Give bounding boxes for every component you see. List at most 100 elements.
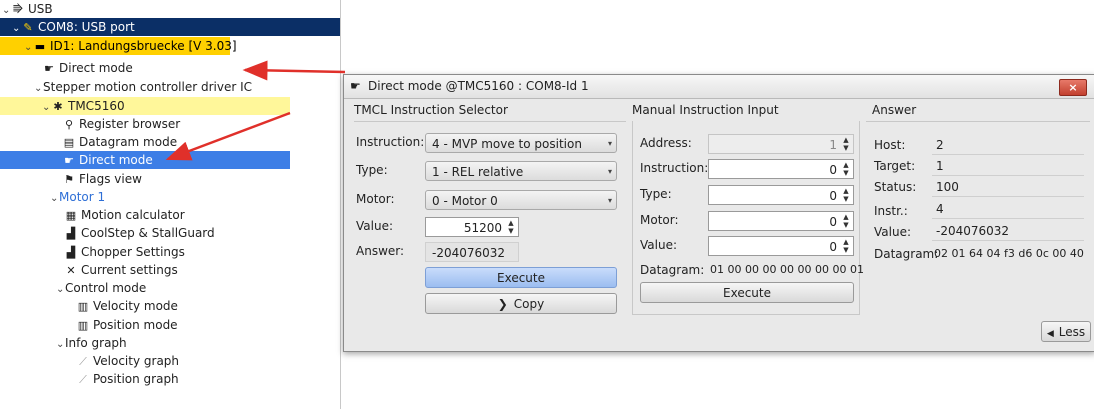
answer-datagram-label: Datagram: [874, 247, 939, 261]
type-label: Type: [356, 163, 388, 177]
motor-spinbox[interactable]: 0 ▲ ▼ [708, 211, 854, 231]
chevron-down-icon: ▾ [607, 196, 612, 205]
type-select[interactable]: 1 - REL relative ▾ [425, 161, 617, 181]
flag-icon: ⚑ [64, 173, 74, 186]
less-button[interactable]: ◀ Less [1041, 321, 1091, 342]
calculator-icon: ▦ [65, 209, 77, 222]
host-label: Host: [874, 138, 906, 152]
manual-instruction-input: Manual Instruction Input Address: 1 ▲ ▼ In… [632, 103, 864, 315]
group-title: TMCL Instruction Selector [354, 103, 508, 117]
chevron-down-icon[interactable]: ⌄ [12, 20, 21, 38]
hand-icon: ☛ [44, 62, 54, 75]
mode-icon: ▥ [77, 300, 89, 313]
tree-item-flags-view[interactable]: ⚑ Flags view [0, 170, 142, 188]
window-title: Direct mode @TMC5160 : COM8-Id 1 [368, 79, 589, 93]
answer-value-label: Value: [874, 225, 911, 239]
tree-item-coolstep[interactable]: ▟ CoolStep & StallGuard [0, 224, 215, 242]
tree-item-register-browser[interactable]: ⚲ Register browser [0, 115, 180, 133]
plug-icon: ✎ [23, 21, 33, 34]
status-value: 100 [932, 177, 1084, 197]
chevron-down-icon: ▾ [607, 139, 612, 148]
graph-icon: ⟋ [79, 355, 87, 368]
datagram-label: Datagram: [640, 263, 705, 277]
target-value: 1 [932, 156, 1084, 176]
chevron-right-icon: ❯ [497, 297, 508, 311]
device-tree: ⌄ ⭆ USB ⌄ ✎ COM8: USB port ⌄ ▬ ID1: Landungsbr… [0, 0, 341, 409]
instr-value: 4 [932, 199, 1084, 219]
datagram-icon: ▤ [63, 136, 75, 149]
tree-item-velocity-mode[interactable]: ▥ Velocity mode [0, 297, 178, 315]
tree-item-motor1[interactable]: ⌄Motor 1 [0, 188, 105, 206]
type-spinbox[interactable]: 0 ▲ ▼ [708, 185, 854, 205]
tree-item-direct-mode[interactable]: ☛ Direct mode [0, 151, 290, 169]
tmcl-instruction-selector: TMCL Instruction Selector Instruction: 4… [354, 103, 626, 315]
host-value: 2 [932, 135, 1084, 155]
tree-item-usb[interactable]: ⌄ ⭆ USB [0, 0, 342, 18]
spin-arrows-icon[interactable]: ▲ ▼ [840, 213, 852, 229]
hand-icon: ☛ [350, 79, 361, 93]
manual-execute-button[interactable]: Execute [640, 282, 854, 303]
browser-icon: ⚲ [64, 118, 74, 131]
chevron-down-icon: ▾ [607, 167, 612, 176]
answer-datagram-value: 02 01 64 04 f3 d6 0c 00 40 [934, 247, 1084, 260]
address-spinbox: 1 ▲ ▼ [708, 134, 854, 154]
status-label: Status: [874, 180, 917, 194]
answer-group: Answer Host: 2 Target: 1 Status: 100 Ins… [866, 103, 1090, 315]
board-icon: ▬ [34, 40, 46, 53]
tree-item-direct-mode-top[interactable]: ☛ Direct mode [0, 59, 133, 77]
window-titlebar[interactable]: ☛ Direct mode @TMC5160 : COM8-Id 1 × [344, 75, 1094, 99]
tree-item-id1[interactable]: ⌄ ▬ ID1: Landungsbruecke [V 3.03] [0, 37, 237, 57]
group-title: Answer [872, 103, 917, 117]
tree-item-com8[interactable]: ⌄ ✎ COM8: USB port [0, 18, 340, 36]
close-button[interactable]: × [1059, 79, 1087, 96]
mode-icon: ▥ [77, 319, 89, 332]
tree-item-datagram-mode[interactable]: ▤ Datagram mode [0, 133, 177, 151]
tree-item-position-mode[interactable]: ▥ Position mode [0, 316, 178, 334]
value-label: Value: [640, 238, 677, 252]
motor-select[interactable]: 0 - Motor 0 ▾ [425, 190, 617, 210]
tree-item-motion-calculator[interactable]: ▦ Motion calculator [0, 206, 185, 224]
spin-arrows-icon[interactable]: ▲ ▼ [840, 238, 852, 254]
spin-arrows-icon[interactable]: ▲ ▼ [840, 161, 852, 177]
tree-item-chopper[interactable]: ▟ Chopper Settings [0, 243, 185, 261]
value-spinbox[interactable]: 51200 ▲ ▼ [425, 217, 519, 237]
datagram-value: 01 00 00 00 00 00 00 00 01 [710, 263, 864, 276]
tree-item-current[interactable]: ✕ Current settings [0, 261, 177, 279]
chevron-down-icon[interactable]: ⌄ [24, 39, 33, 57]
group-title: Manual Instruction Input [632, 103, 779, 117]
tree-item-position-graph[interactable]: ⟋ Position graph [0, 370, 179, 388]
usb-icon: ⭆ [13, 3, 23, 16]
tree-item-velocity-graph[interactable]: ⟋ Velocity graph [0, 352, 179, 370]
instruction-select[interactable]: 4 - MVP move to position ▾ [425, 133, 617, 153]
instr-label: Instr.: [874, 204, 908, 218]
type-label: Type: [640, 187, 672, 201]
graph-icon: ⟋ [79, 373, 87, 386]
direct-mode-window: ☛ Direct mode @TMC5160 : COM8-Id 1 × TMC… [343, 74, 1094, 352]
answer-label: Answer: [356, 244, 405, 258]
chart-icon: ▟ [66, 227, 76, 240]
tree-item-tmc5160[interactable]: ⌄ ✱ TMC5160 [0, 97, 290, 115]
answer-field: -204076032 [425, 242, 519, 262]
hand-icon: ☛ [64, 154, 74, 167]
motor-label: Motor: [640, 213, 679, 227]
chart-icon: ▟ [66, 246, 76, 259]
address-label: Address: [640, 136, 692, 150]
value-label: Value: [356, 219, 393, 233]
tree-item-info-graph[interactable]: ⌄Info graph [0, 334, 127, 352]
spin-arrows-icon: ▲ ▼ [843, 136, 849, 152]
chevron-down-icon[interactable]: ⌄ [34, 80, 43, 98]
tree-item-control-mode[interactable]: ⌄Control mode [0, 279, 146, 297]
value-spinbox[interactable]: 0 ▲ ▼ [708, 236, 854, 256]
triangle-left-icon: ◀ [1046, 329, 1054, 339]
target-label: Target: [874, 159, 916, 173]
tools-icon: ✕ [66, 264, 76, 277]
spin-arrows-icon[interactable]: ▲ ▼ [840, 187, 852, 203]
tree-item-stepper[interactable]: ⌄Stepper motion controller driver IC [0, 78, 252, 96]
copy-button[interactable]: ❯ Copy [425, 293, 617, 314]
spin-arrows-icon[interactable]: ▲ ▼ [505, 219, 517, 235]
answer-value: -204076032 [932, 221, 1084, 241]
motor-label: Motor: [356, 192, 395, 206]
instruction-spinbox[interactable]: 0 ▲ ▼ [708, 159, 854, 179]
execute-button[interactable]: Execute [425, 267, 617, 288]
instruction-label: Instruction: [356, 135, 425, 149]
